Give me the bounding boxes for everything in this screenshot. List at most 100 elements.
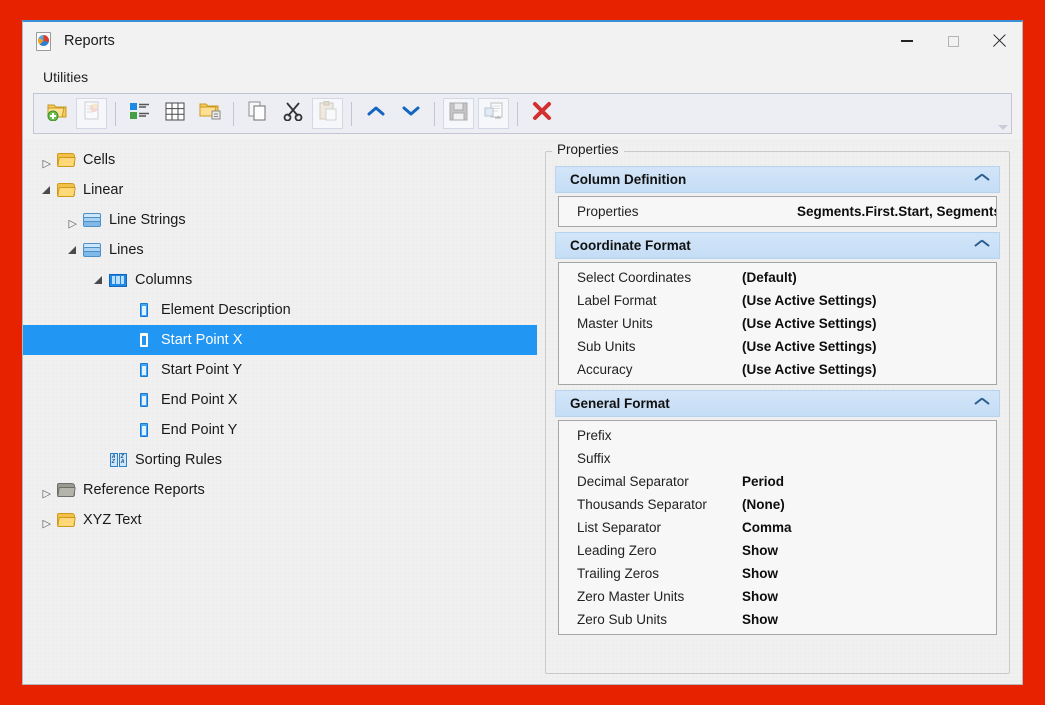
property-row[interactable]: Decimal Separator Period (559, 470, 996, 493)
toolbar-separator (517, 101, 518, 126)
property-row[interactable]: Zero Master Units Show (559, 585, 996, 608)
section-header[interactable]: Coordinate Format (555, 232, 1000, 259)
expander-collapsed-icon[interactable] (63, 205, 81, 235)
tree-item-xyz-text[interactable]: XYZ Text (23, 505, 537, 535)
tree-item-label: End Point X (161, 392, 238, 408)
property-value: (None) (742, 497, 785, 512)
move-up-button[interactable] (360, 98, 391, 129)
column-icon (133, 303, 155, 317)
export-document-icon (484, 102, 504, 126)
table-view-button[interactable] (159, 98, 190, 129)
column-icon (133, 393, 155, 407)
folder-link-icon (199, 101, 221, 126)
tree-item-reference-reports[interactable]: Reference Reports (23, 475, 537, 505)
tree-item-end-point-y[interactable]: End Point Y (23, 415, 537, 445)
tree-item-line-strings[interactable]: Line Strings (23, 205, 537, 235)
property-row[interactable]: Label Format (Use Active Settings) (559, 289, 996, 312)
property-name: List Separator (577, 520, 662, 535)
property-name: Properties (577, 204, 639, 219)
property-row[interactable]: List Separator Comma (559, 516, 996, 539)
property-row[interactable]: Accuracy (Use Active Settings) (559, 358, 996, 381)
tree-item-columns[interactable]: Columns (23, 265, 537, 295)
folder-link-button[interactable] (194, 98, 225, 129)
property-name: Suffix (577, 451, 611, 466)
tree-item-lines[interactable]: Lines (23, 235, 537, 265)
expander-expanded-icon[interactable] (37, 175, 55, 205)
property-name: Select Coordinates (577, 270, 692, 285)
paste-button[interactable] (312, 98, 343, 129)
property-row[interactable]: Master Units (Use Active Settings) (559, 312, 996, 335)
property-row[interactable]: Properties Segments.First.Start, Segment… (559, 197, 996, 226)
expander-collapsed-icon[interactable] (37, 505, 55, 535)
section-column-definition: Column Definition Properties Segments.Fi… (555, 166, 1000, 227)
property-value: Period (742, 474, 785, 489)
toolbar-separator (351, 101, 352, 126)
properties-scroll-area[interactable]: Column Definition Properties Segments.Fi… (555, 166, 1000, 664)
property-row[interactable]: Thousands Separator (None) (559, 493, 996, 516)
window-controls (884, 22, 1022, 60)
floppy-save-icon (449, 102, 468, 126)
move-down-button[interactable] (395, 98, 426, 129)
tree-item-sorting-rules[interactable]: AZZA Sorting Rules (23, 445, 537, 475)
property-name: Sub Units (577, 339, 636, 354)
columns-grid-icon (107, 273, 129, 287)
property-row[interactable]: Trailing Zeros Show (559, 562, 996, 585)
tree-item-cells[interactable]: Cells (23, 145, 537, 175)
section-header[interactable]: General Format (555, 390, 1000, 417)
minimize-icon (901, 40, 913, 42)
folder-gray-icon (55, 483, 77, 497)
property-value: Show (742, 543, 778, 558)
property-name: Zero Master Units (577, 589, 685, 604)
maximize-button[interactable] (930, 22, 976, 60)
property-row[interactable]: Zero Sub Units Show (559, 608, 996, 631)
save-as-button[interactable] (478, 98, 509, 129)
expander-expanded-icon[interactable] (89, 265, 107, 295)
chevron-up-icon[interactable] (975, 241, 989, 250)
window-title: Reports (64, 33, 115, 49)
list-icon (129, 102, 150, 125)
list-view-button[interactable] (124, 98, 155, 129)
tree-item-end-point-x[interactable]: End Point X (23, 385, 537, 415)
property-row[interactable]: Prefix (559, 424, 996, 447)
section-general-format: General Format Prefix Suffix Decimal Sep… (555, 390, 1000, 635)
chevron-up-icon[interactable] (975, 175, 989, 184)
report-tree[interactable]: Cells Linear Line Strings Lines (23, 139, 537, 684)
delete-button[interactable] (526, 98, 557, 129)
menu-utilities[interactable]: Utilities (36, 65, 95, 89)
property-row[interactable]: Select Coordinates (Default) (559, 266, 996, 289)
tree-item-label: Start Point X (161, 332, 243, 348)
toolbar-overflow-icon[interactable] (998, 125, 1008, 130)
property-row[interactable]: Suffix (559, 447, 996, 470)
chevron-up-icon[interactable] (975, 399, 989, 408)
new-report-button[interactable] (76, 98, 107, 129)
save-button[interactable] (443, 98, 474, 129)
chevron-up-icon (366, 104, 386, 123)
close-button[interactable] (976, 22, 1022, 60)
tree-item-start-point-y[interactable]: Start Point Y (23, 355, 537, 385)
copy-button[interactable] (242, 98, 273, 129)
cut-button[interactable] (277, 98, 308, 129)
expander-collapsed-icon[interactable] (37, 145, 55, 175)
sorting-rules-icon: AZZA (107, 453, 129, 467)
section-header[interactable]: Column Definition (555, 166, 1000, 193)
tree-item-element-description[interactable]: Element Description (23, 295, 537, 325)
window-titlebar: Reports (23, 22, 1022, 60)
property-row[interactable]: Sub Units (Use Active Settings) (559, 335, 996, 358)
toolbar-separator (434, 101, 435, 126)
toolbar-container (23, 93, 1022, 139)
reports-window: Reports Utilities ▷ Cells Linear ▷ Line … (22, 20, 1023, 685)
tree-item-label: End Point Y (161, 422, 238, 438)
minimize-button[interactable] (884, 22, 930, 60)
copy-icon (248, 101, 268, 126)
chevron-down-icon (401, 104, 421, 123)
section-title: General Format (570, 396, 670, 411)
property-row[interactable]: Leading Zero Show (559, 539, 996, 562)
expander-collapsed-icon[interactable] (37, 475, 55, 505)
tree-item-label: Reference Reports (83, 482, 205, 498)
toolbar-separator (233, 101, 234, 126)
new-report-folder-button[interactable] (41, 98, 72, 129)
expander-expanded-icon[interactable] (63, 235, 81, 265)
property-value: Comma (742, 520, 792, 535)
tree-item-start-point-x[interactable]: Start Point X (23, 325, 537, 355)
tree-item-linear[interactable]: Linear (23, 175, 537, 205)
